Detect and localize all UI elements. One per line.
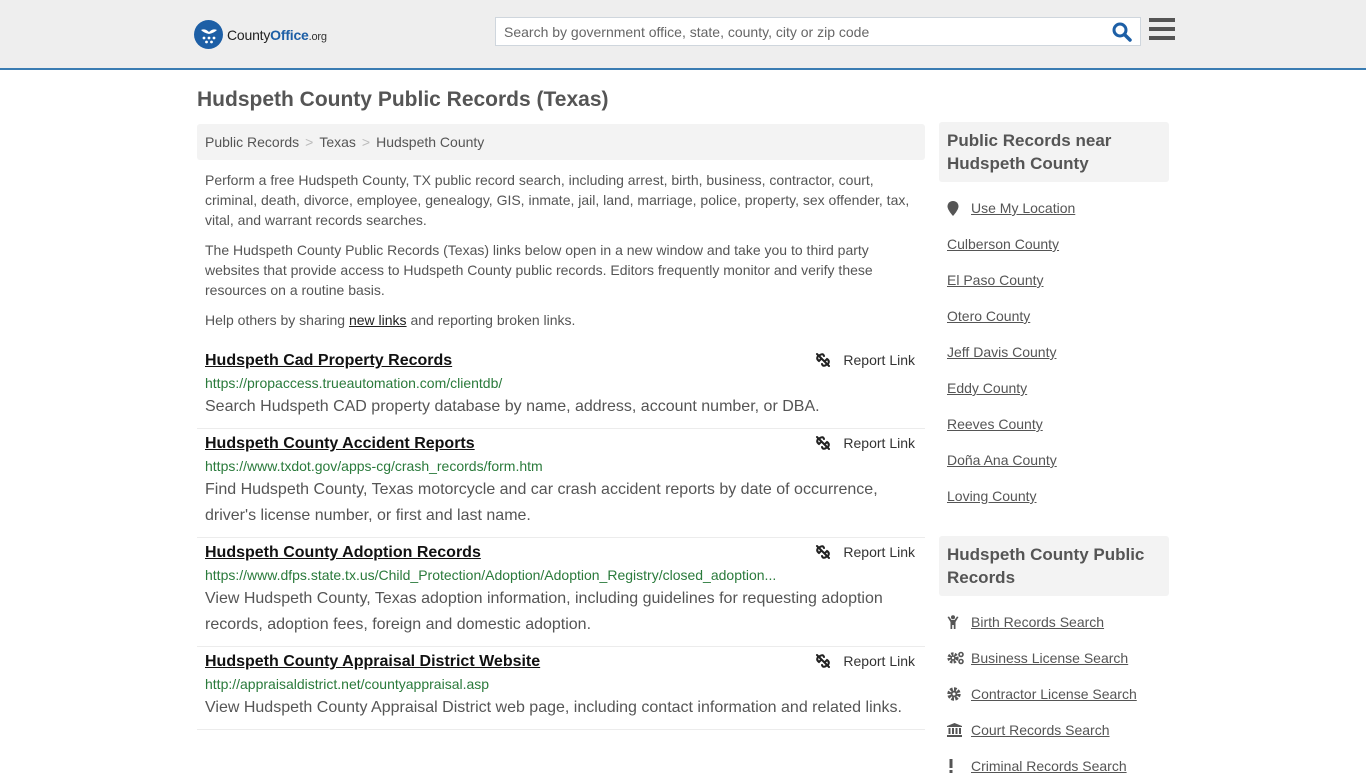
report-link-button[interactable]: Report Link xyxy=(815,653,915,669)
intro-text: Perform a free Hudspeth County, TX publi… xyxy=(205,170,920,340)
record-item: Hudspeth County Adoption Records Report … xyxy=(197,538,925,647)
breadcrumb-current: Hudspeth County xyxy=(376,134,485,150)
breadcrumb-separator: > xyxy=(361,134,371,150)
report-link-label: Report Link xyxy=(843,352,915,368)
record-description: View Hudspeth County, Texas adoption inf… xyxy=(205,590,883,633)
sidebar-county-records: Hudspeth County Public Records Birth Rec… xyxy=(939,536,1169,784)
county-record-item: Business License Search xyxy=(947,640,1161,676)
record-description: View Hudspeth County Appraisal District … xyxy=(205,699,902,716)
intro-text-before: Help others by sharing xyxy=(205,312,349,328)
use-my-location-link[interactable]: Use My Location xyxy=(971,200,1075,216)
report-link-label: Report Link xyxy=(843,544,915,560)
court-records-link[interactable]: Court Records Search xyxy=(971,722,1110,738)
record-url: http://appraisaldistrict.net/countyappra… xyxy=(205,676,490,692)
county-record-item: Court Records Search xyxy=(947,712,1161,748)
record-title-link[interactable]: Hudspeth County Appraisal District Websi… xyxy=(205,651,540,673)
report-link-label: Report Link xyxy=(843,653,915,669)
logo-text-county: County xyxy=(227,26,271,43)
nearby-county-link[interactable]: Reeves County xyxy=(947,416,1043,432)
nearby-county-item: Culberson County xyxy=(947,226,1161,262)
intro-text-after: and reporting broken links. xyxy=(406,312,576,328)
menu-bar xyxy=(1149,27,1175,31)
logo-wordmark: CountyOffice.org xyxy=(227,27,327,43)
hamburger-menu-icon xyxy=(1149,18,1175,22)
nearby-county-link[interactable]: Otero County xyxy=(947,308,1030,324)
report-link-button[interactable]: Report Link xyxy=(815,435,915,451)
intro-paragraph-1: Perform a free Hudspeth County, TX publi… xyxy=(205,172,910,228)
intro-paragraph-2: The Hudspeth County Public Records (Texa… xyxy=(205,242,873,298)
page-title: Hudspeth County Public Records (Texas) xyxy=(197,88,609,111)
search-box xyxy=(495,17,1141,46)
report-link-label: Report Link xyxy=(843,435,915,451)
contractor-license-link[interactable]: Contractor License Search xyxy=(971,686,1137,702)
nearby-county-item: El Paso County xyxy=(947,262,1161,298)
intro-paragraph-3: Help others by sharing new links and rep… xyxy=(205,310,920,330)
search-button[interactable] xyxy=(1112,22,1134,42)
criminal-records-link[interactable]: Criminal Records Search xyxy=(971,758,1127,774)
breadcrumb: Public Records > Texas > Hudspeth County xyxy=(197,124,925,160)
report-link-button[interactable]: Report Link xyxy=(815,544,915,560)
county-record-item: Contractor License Search xyxy=(947,676,1161,712)
nearby-list: Use My Location Culberson County El Paso… xyxy=(939,182,1169,514)
nearby-county-link[interactable]: Doña Ana County xyxy=(947,452,1057,468)
sidebar-heading-nearby: Public Records near Hudspeth County xyxy=(939,122,1169,182)
search-icon xyxy=(1112,22,1132,42)
cogs-icon xyxy=(947,651,965,665)
hamburger-menu-button[interactable] xyxy=(1149,18,1175,42)
site-header: CountyOffice.org xyxy=(0,0,1366,70)
nearby-county-item: Otero County xyxy=(947,298,1161,334)
eagle-logo-icon xyxy=(194,20,223,49)
record-title-link[interactable]: Hudspeth County Adoption Records xyxy=(205,542,481,564)
record-description: Search Hudspeth CAD property database by… xyxy=(205,398,820,415)
search-input[interactable] xyxy=(496,18,1106,45)
broken-link-icon xyxy=(816,545,831,559)
menu-bar xyxy=(1149,36,1175,40)
record-url: https://www.dfps.state.tx.us/Child_Prote… xyxy=(205,567,777,583)
use-location-item: Use My Location xyxy=(947,190,1161,226)
nearby-county-link[interactable]: Culberson County xyxy=(947,236,1059,252)
record-item: Hudspeth County Accident Reports Report … xyxy=(197,429,925,538)
birth-records-link[interactable]: Birth Records Search xyxy=(971,614,1104,630)
breadcrumb-texas[interactable]: Texas xyxy=(319,134,356,150)
record-item: Hudspeth Cad Property Records Report Lin… xyxy=(197,346,925,429)
business-license-link[interactable]: Business License Search xyxy=(971,650,1128,666)
child-icon xyxy=(947,615,965,629)
exclamation-icon xyxy=(947,759,965,773)
courthouse-icon xyxy=(947,723,965,737)
record-url: https://www.txdot.gov/apps-cg/crash_reco… xyxy=(205,458,543,474)
sidebar-nearby: Public Records near Hudspeth County Use … xyxy=(939,122,1169,514)
breadcrumb-separator: > xyxy=(305,134,314,150)
record-title-link[interactable]: Hudspeth Cad Property Records xyxy=(205,350,452,372)
logo-text-org: .org xyxy=(308,30,327,43)
nearby-county-item: Reeves County xyxy=(947,406,1161,442)
broken-link-icon xyxy=(816,654,831,668)
county-records-list: Birth Records Search Business License Se… xyxy=(939,596,1169,784)
record-list: Hudspeth Cad Property Records Report Lin… xyxy=(197,346,925,730)
nearby-county-link[interactable]: El Paso County xyxy=(947,272,1044,288)
nearby-county-link[interactable]: Loving County xyxy=(947,488,1037,504)
cog-icon xyxy=(947,687,965,701)
record-item: Hudspeth County Appraisal District Websi… xyxy=(197,647,925,730)
site-logo[interactable]: CountyOffice.org xyxy=(194,20,327,49)
broken-link-icon xyxy=(816,353,831,367)
nearby-county-link[interactable]: Jeff Davis County xyxy=(947,344,1056,360)
county-record-item: Criminal Records Search xyxy=(947,748,1161,784)
nearby-county-item: Jeff Davis County xyxy=(947,334,1161,370)
map-marker-icon xyxy=(947,200,965,216)
county-record-item: Birth Records Search xyxy=(947,604,1161,640)
broken-link-icon xyxy=(816,436,831,450)
record-title-link[interactable]: Hudspeth County Accident Reports xyxy=(205,433,475,455)
breadcrumb-public-records[interactable]: Public Records xyxy=(205,134,299,150)
new-links-link[interactable]: new links xyxy=(349,312,407,328)
record-url: https://propaccess.trueautomation.com/cl… xyxy=(205,375,503,391)
record-description: Find Hudspeth County, Texas motorcycle a… xyxy=(205,481,878,524)
sidebar-heading-county-records: Hudspeth County Public Records xyxy=(939,536,1169,596)
logo-text-office: Office xyxy=(270,26,309,43)
report-link-button[interactable]: Report Link xyxy=(815,352,915,368)
nearby-county-item: Doña Ana County xyxy=(947,442,1161,478)
nearby-county-item: Eddy County xyxy=(947,370,1161,406)
nearby-county-link[interactable]: Eddy County xyxy=(947,380,1027,396)
nearby-county-item: Loving County xyxy=(947,478,1161,514)
